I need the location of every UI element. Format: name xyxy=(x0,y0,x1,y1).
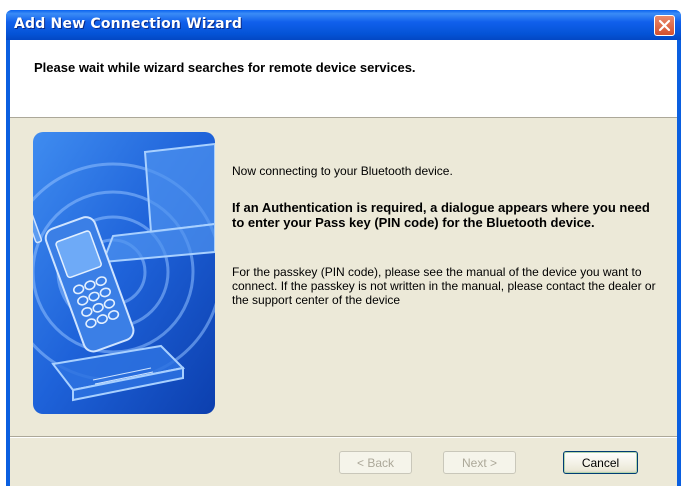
wizard-illustration xyxy=(33,132,215,414)
page-title: Please wait while wizard searches for re… xyxy=(34,60,416,75)
window-title: Add New Connection Wizard xyxy=(14,16,243,32)
wizard-header: Please wait while wizard searches for re… xyxy=(10,40,677,118)
wizard-content: Now connecting to your Bluetooth device.… xyxy=(232,164,672,307)
next-button[interactable]: Next > xyxy=(443,451,516,474)
bluetooth-phone-laptop-illustration xyxy=(33,132,215,414)
authentication-notice: If an Authentication is required, a dial… xyxy=(232,200,650,230)
cancel-button[interactable]: Cancel xyxy=(563,451,638,474)
close-icon xyxy=(658,19,671,32)
wizard-window: Add New Connection Wizard Please wait wh… xyxy=(6,10,681,486)
dialog-body: Please wait while wizard searches for re… xyxy=(10,40,677,486)
close-button[interactable] xyxy=(654,15,675,36)
footer-divider xyxy=(10,436,677,438)
status-text: Now connecting to your Bluetooth device. xyxy=(232,164,453,178)
back-button[interactable]: < Back xyxy=(339,451,412,474)
passkey-help-text: For the passkey (PIN code), please see t… xyxy=(232,265,656,307)
title-bar[interactable]: Add New Connection Wizard xyxy=(6,10,681,40)
